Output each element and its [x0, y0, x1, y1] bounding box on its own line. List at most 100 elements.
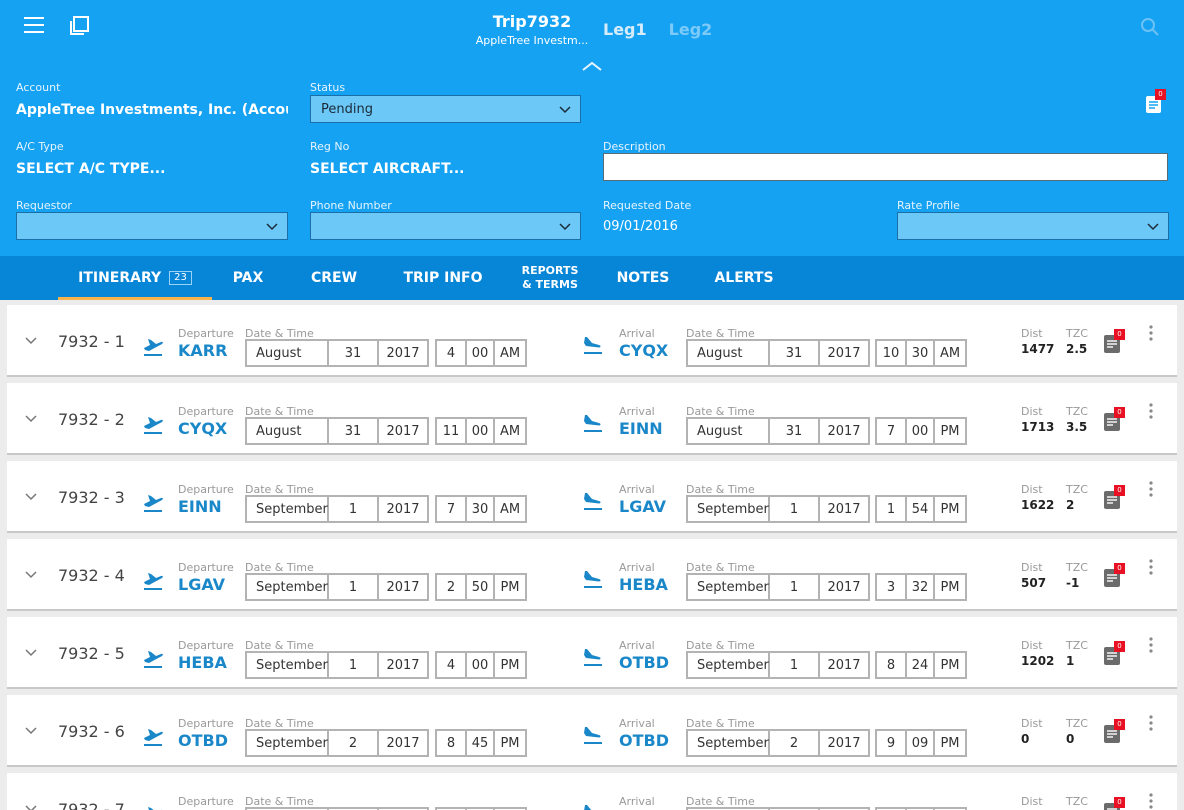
leg-notes-icon[interactable]: 0	[1104, 797, 1125, 810]
expand-chevron-icon[interactable]	[25, 727, 37, 735]
arrival-minute: 30	[907, 341, 935, 365]
departure-time-picker[interactable]: 8 45 PM	[435, 729, 527, 757]
phone-select[interactable]	[310, 212, 581, 240]
leg-notes-badge: 0	[1114, 719, 1125, 730]
tab-itinerary[interactable]: ITINERARY 23	[58, 256, 212, 300]
expand-chevron-icon[interactable]	[25, 415, 37, 423]
chevron-down-icon	[266, 223, 278, 231]
departure-date-picker[interactable]: September 1 2017	[245, 495, 429, 523]
requestor-select[interactable]	[16, 212, 288, 240]
arrival-date-picker[interactable]: September 2 2017	[686, 729, 870, 757]
search-icon[interactable]	[1140, 17, 1160, 37]
more-vertical-icon[interactable]	[1149, 403, 1153, 419]
arrival-time-picker[interactable]: 9 09 PM	[875, 729, 967, 757]
departure-code[interactable]: LGAV	[178, 575, 225, 594]
departure-date-picker[interactable]: August 31 2017	[245, 339, 429, 367]
status-select[interactable]: Pending	[310, 95, 581, 123]
expand-chevron-icon[interactable]	[25, 571, 37, 579]
tab-reports-terms[interactable]: REPORTS & TERMS	[510, 256, 590, 300]
requested-date-value[interactable]: 09/01/2016	[603, 219, 678, 234]
departure-month: September	[247, 575, 329, 599]
tzc-value: 2.5	[1066, 342, 1088, 356]
arrival-time-picker[interactable]: 3 32 PM	[875, 573, 967, 601]
departure-code[interactable]: EINN	[178, 497, 222, 516]
more-vertical-icon[interactable]	[1149, 637, 1153, 653]
more-vertical-icon[interactable]	[1149, 325, 1153, 341]
expand-chevron-icon[interactable]	[25, 337, 37, 345]
trip-notes-icon[interactable]: 0	[1145, 89, 1166, 114]
leg-tab-1[interactable]: Leg1	[603, 20, 647, 39]
tab-alerts[interactable]: ALERTS	[704, 256, 784, 300]
arrival-label: Arrival	[619, 795, 655, 808]
departure-hour: 4	[437, 341, 467, 365]
departure-date-picker[interactable]: September 1 2017	[245, 573, 429, 601]
departure-label: Departure	[178, 561, 234, 574]
departure-day: 1	[329, 575, 379, 599]
arrival-time-picker[interactable]: 8 24 PM	[875, 651, 967, 679]
departure-date-picker[interactable]: September 1 2017	[245, 651, 429, 679]
departure-month: August	[247, 341, 329, 365]
arrival-code[interactable]: OTBD	[619, 731, 669, 750]
arrival-time-picker[interactable]: 10 30 AM	[875, 339, 967, 367]
departure-ampm: AM	[499, 345, 521, 361]
departure-time-picker[interactable]: 4 00 AM	[435, 339, 527, 367]
tab-reports-label: REPORTS	[521, 264, 579, 277]
leg-notes-icon[interactable]: 0	[1104, 719, 1125, 743]
leg-notes-icon[interactable]: 0	[1104, 407, 1125, 431]
departure-time-picker[interactable]: 7 30 AM	[435, 495, 527, 523]
leg-tab-2[interactable]: Leg2	[669, 20, 713, 39]
more-vertical-icon[interactable]	[1149, 559, 1153, 575]
leg-notes-icon[interactable]: 0	[1104, 563, 1125, 587]
departure-code[interactable]: HEBA	[178, 653, 227, 672]
departure-time-picker[interactable]: 2 50 PM	[435, 573, 527, 601]
tab-notes[interactable]: NOTES	[608, 256, 678, 300]
departure-code[interactable]: OTBD	[178, 731, 228, 750]
account-value[interactable]: AppleTree Investments, Inc. (Account #	[16, 102, 288, 118]
description-input[interactable]	[603, 153, 1168, 181]
departure-time-picker[interactable]: 4 00 PM	[435, 651, 527, 679]
tab-trip-info[interactable]: TRIP INFO	[392, 256, 494, 300]
arrival-code[interactable]: HEBA	[619, 575, 668, 594]
arrival-time-picker[interactable]: 7 00 PM	[875, 417, 967, 445]
more-vertical-icon[interactable]	[1149, 715, 1153, 731]
expand-chevron-icon[interactable]	[25, 649, 37, 657]
more-vertical-icon[interactable]	[1149, 793, 1153, 809]
tab-pax[interactable]: PAX	[218, 256, 278, 300]
rate-profile-select[interactable]	[897, 212, 1169, 240]
reg-no-value[interactable]: SELECT AIRCRAFT...	[310, 161, 465, 177]
arrival-year: 2017	[827, 501, 861, 517]
arrival-month: September	[688, 497, 770, 521]
departure-date-picker[interactable]: September 2 2017	[245, 729, 429, 757]
arrival-date-picker[interactable]: August 31 2017	[686, 339, 870, 367]
expand-chevron-icon[interactable]	[25, 805, 37, 810]
tab-crew[interactable]: CREW	[298, 256, 370, 300]
departure-time-picker[interactable]: 11 00 AM	[435, 417, 527, 445]
leg-notes-icon[interactable]: 0	[1104, 485, 1125, 509]
leg-notes-icon[interactable]: 0	[1104, 641, 1125, 665]
more-vertical-icon[interactable]	[1149, 481, 1153, 497]
arrival-date-picker[interactable]: September 1 2017	[686, 573, 870, 601]
departure-plane-icon	[144, 651, 163, 668]
arrival-code[interactable]: OTBD	[619, 653, 669, 672]
departure-code[interactable]: KARR	[178, 341, 227, 360]
arrival-hour: 9	[877, 731, 907, 755]
arrival-time-picker[interactable]: 1 54 PM	[875, 495, 967, 523]
arrival-code[interactable]: EINN	[619, 419, 663, 438]
arrival-minute: 09	[907, 731, 935, 755]
departure-hour: 2	[437, 575, 467, 599]
arrival-code[interactable]: CYQX	[619, 341, 668, 360]
collapse-chevron-icon[interactable]	[581, 60, 603, 72]
departure-date-picker[interactable]: August 31 2017	[245, 417, 429, 445]
arrival-date-picker[interactable]: September 1 2017	[686, 495, 870, 523]
departure-code[interactable]: CYQX	[178, 419, 227, 438]
arrival-hour: 3	[877, 575, 907, 599]
departure-day: 1	[329, 653, 379, 677]
arrival-date-picker[interactable]: September 1 2017	[686, 651, 870, 679]
arrival-code[interactable]: LGAV	[619, 497, 666, 516]
arrival-month: September	[688, 575, 770, 599]
dist-label: Dist	[1021, 639, 1043, 652]
leg-notes-icon[interactable]: 0	[1104, 329, 1125, 353]
expand-chevron-icon[interactable]	[25, 493, 37, 501]
arrival-date-picker[interactable]: August 31 2017	[686, 417, 870, 445]
ac-type-value[interactable]: SELECT A/C TYPE...	[16, 161, 165, 177]
